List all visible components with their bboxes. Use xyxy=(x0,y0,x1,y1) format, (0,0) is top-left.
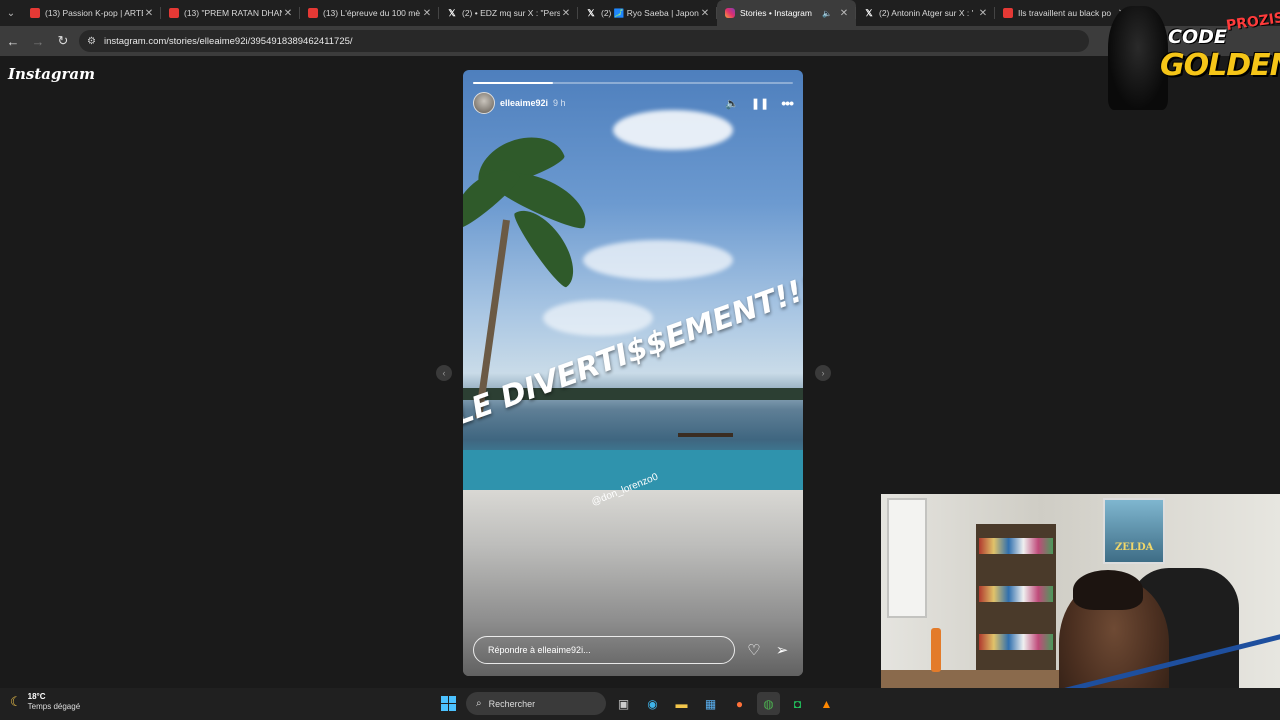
reply-input[interactable] xyxy=(473,636,735,664)
tab-title: (2) • EDZ mq sur X : "Pers xyxy=(462,8,560,18)
avatar[interactable] xyxy=(473,92,495,114)
search-icon: ⌕ xyxy=(476,698,482,709)
streamer-hair-shape xyxy=(1073,570,1143,610)
story-viewer[interactable]: elleaime92i 9 h 🔈 ❚❚ ••• LE DIVERTI$$EME… xyxy=(463,70,803,676)
file-explorer-icon[interactable]: ▬ xyxy=(670,692,693,715)
weather-temperature: 18°C xyxy=(27,692,46,701)
cloud-shape xyxy=(583,240,733,280)
tab-close-icon[interactable]: ✕ xyxy=(838,8,850,19)
taskbar-apps: ⌕ Rechercher ▣ ◉ ▬ ▦ ● ◍ ◘ ▲ xyxy=(437,692,838,715)
x-icon: 𝕏 xyxy=(448,7,456,18)
tab-close-icon[interactable]: ✕ xyxy=(560,8,572,19)
windows-start-icon[interactable] xyxy=(437,692,460,715)
shelf-row xyxy=(979,634,1053,650)
tab-title: Ils travaillent au black po xyxy=(1018,8,1112,18)
story-progress-bar xyxy=(473,82,793,84)
send-icon[interactable]: ➢ xyxy=(773,641,791,659)
reload-button[interactable]: ↻ xyxy=(51,29,75,53)
tab-close-icon[interactable]: ✕ xyxy=(977,8,989,19)
browser-toolbar: ← → ↻ ⚙ instagram.com/stories/elleaime92… xyxy=(0,26,1280,56)
tab-title: Stories • Instagram xyxy=(740,8,812,18)
tab-title: (13) Passion K-pop | ARTE xyxy=(45,8,143,18)
browser-tab[interactable]: Stories • Instagram 🔈 ✕ xyxy=(717,0,856,26)
heart-icon[interactable]: ♡ xyxy=(745,641,763,659)
tab-close-icon[interactable]: ✕ xyxy=(143,8,155,19)
shelf-row xyxy=(979,586,1053,602)
tab-title: (13) L'épreuve du 100 mè xyxy=(323,8,421,18)
youtube-icon xyxy=(169,8,179,18)
cloud-shape xyxy=(613,110,733,150)
webcam-window-shape xyxy=(887,498,927,618)
browser-tab-strip: ⌄ (13) Passion K-pop | ARTE ✕ (13) "PREM R… xyxy=(0,0,1280,26)
story-timestamp: 9 h xyxy=(553,98,566,108)
tab-close-icon[interactable]: ✕ xyxy=(699,8,711,19)
taskbar-search[interactable]: ⌕ Rechercher xyxy=(466,692,606,715)
address-bar[interactable]: ⚙ instagram.com/stories/elleaime92i/3954… xyxy=(79,30,1089,52)
tab-title: (2) 🗾 Ryo Saeba | Japon xyxy=(601,7,699,18)
next-story-button[interactable]: › xyxy=(815,365,831,381)
x-icon: 𝕏 xyxy=(587,7,595,18)
youtube-icon xyxy=(308,8,318,18)
more-options-icon[interactable]: ••• xyxy=(781,95,794,111)
browser-tab[interactable]: 𝕏 (2) Antonin Atger sur X : ' ✕ xyxy=(856,0,995,26)
youtube-icon xyxy=(30,8,40,18)
back-button[interactable]: ← xyxy=(1,29,25,53)
browser-tab[interactable]: 𝕏 (2) 🗾 Ryo Saeba | Japon ✕ xyxy=(578,0,717,26)
task-view-icon[interactable]: ▣ xyxy=(612,692,635,715)
previous-story-button[interactable]: ‹ xyxy=(436,365,452,381)
tab-close-icon[interactable]: ✕ xyxy=(282,8,294,19)
microsoft-store-icon[interactable]: ▦ xyxy=(699,692,722,715)
weather-widget[interactable]: ☾ 18°C Temps dégagé xyxy=(10,692,80,712)
tab-audio-icon[interactable]: 🔈 xyxy=(822,9,832,18)
story-controls: 🔈 ❚❚ ••• xyxy=(725,95,794,111)
site-settings-icon[interactable]: ⚙ xyxy=(87,36,96,47)
moon-icon: ☾ xyxy=(10,694,22,709)
taskbar-search-label: Rechercher xyxy=(488,698,536,709)
bottle-shape xyxy=(931,628,941,672)
logo-prozis-text: PROZIS xyxy=(1225,10,1280,34)
webcam-overlay: ZELDA xyxy=(881,494,1280,720)
browser-tab[interactable]: 𝕏 (2) • EDZ mq sur X : "Pers ✕ xyxy=(439,0,578,26)
story-header: elleaime92i 9 h 🔈 ❚❚ ••• xyxy=(473,92,794,114)
windows-taskbar: ☾ 18°C Temps dégagé ⌕ Rechercher ▣ ◉ ▬ ▦… xyxy=(0,688,1280,720)
youtube-icon xyxy=(1003,8,1013,18)
vlc-icon[interactable]: ▲ xyxy=(815,692,838,715)
tab-search-chevron-icon[interactable]: ⌄ xyxy=(0,0,22,26)
url-text: instagram.com/stories/elleaime92i/395491… xyxy=(103,35,353,47)
webcam-poster: ZELDA xyxy=(1103,498,1165,564)
text-sticker: LE DIVERTI$$EMENT!!! xyxy=(463,269,803,433)
tab-title: (2) Antonin Atger sur X : ' xyxy=(879,8,974,18)
sticker-text: LE DIVERTI$$EMENT!!! xyxy=(463,269,803,433)
instagram-logo[interactable]: Instagram xyxy=(8,65,95,83)
instagram-icon xyxy=(725,8,735,18)
chrome-icon[interactable]: ◍ xyxy=(757,692,780,715)
reply-bar: ♡ ➢ xyxy=(473,636,793,664)
firefox-icon[interactable]: ● xyxy=(728,692,751,715)
logo-figure-image xyxy=(1108,6,1168,110)
pause-icon[interactable]: ❚❚ xyxy=(751,97,769,110)
forward-button[interactable]: → xyxy=(26,29,50,53)
logo-code-text: CODE xyxy=(1168,26,1227,48)
story-progress-fill xyxy=(473,82,553,84)
x-icon: 𝕏 xyxy=(865,7,873,18)
browser-tab[interactable]: (13) "PREM RATAN DHAN ✕ xyxy=(161,0,300,26)
story-username[interactable]: elleaime92i xyxy=(500,98,548,108)
volume-icon[interactable]: 🔈 xyxy=(725,97,739,110)
edge-icon[interactable]: ◉ xyxy=(641,692,664,715)
app-icon[interactable]: ◘ xyxy=(786,692,809,715)
tab-close-icon[interactable]: ✕ xyxy=(421,8,433,19)
browser-tab[interactable]: (13) L'épreuve du 100 mè ✕ xyxy=(300,0,439,26)
weather-condition: Temps dégagé xyxy=(27,702,81,711)
browser-tab[interactable]: (13) Passion K-pop | ARTE ✕ xyxy=(22,0,161,26)
logo-golden-text: GOLDENG xyxy=(1160,48,1280,83)
shelf-row xyxy=(979,538,1053,554)
dock-shape xyxy=(678,433,733,437)
poster-text: ZELDA xyxy=(1115,542,1154,553)
stream-logo-overlay: CODE PROZIS GOLDENG xyxy=(1108,0,1280,112)
tab-title: (13) "PREM RATAN DHAN xyxy=(184,8,282,18)
